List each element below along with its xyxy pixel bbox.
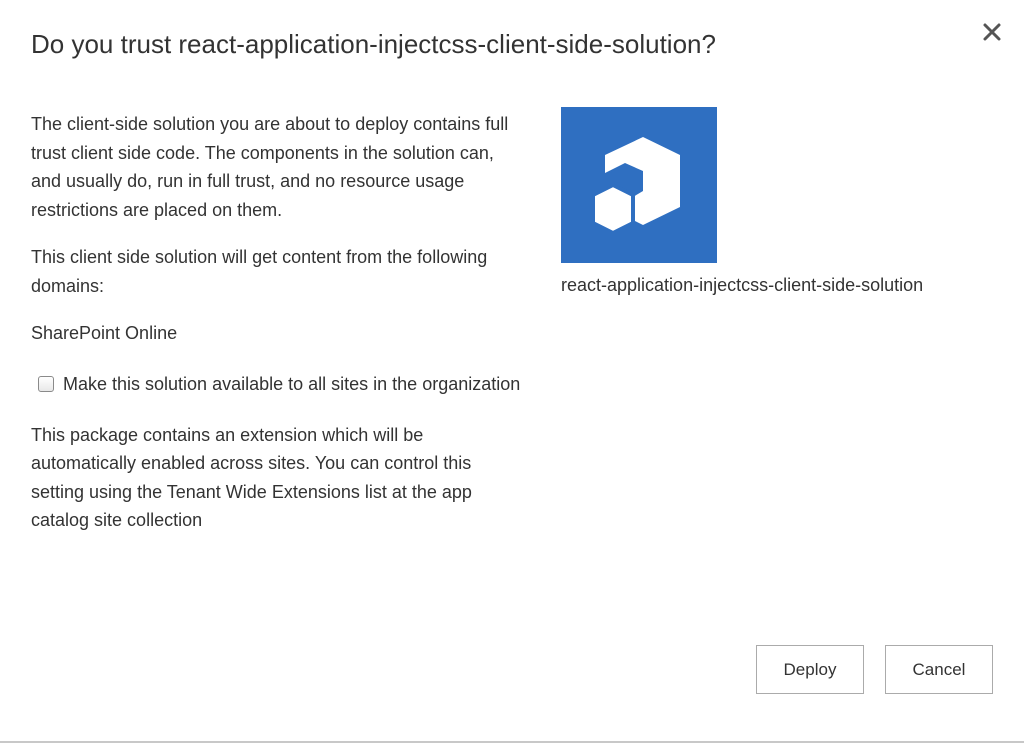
trust-description: The client-side solution you are about t… <box>31 114 509 220</box>
app-name: react-application-injectcss-client-side-… <box>561 275 924 295</box>
domains-intro: This client side solution will get conte… <box>31 247 488 296</box>
close-icon <box>983 23 1001 41</box>
tenant-wide-checkbox[interactable] <box>38 375 54 392</box>
dialog-title: Do you trust react-application-injectcss… <box>31 29 716 59</box>
extension-note: This package contains an extension which… <box>31 424 472 531</box>
dialog-body: The client-side solution you are about t… <box>31 110 521 535</box>
app-package-icon <box>591 137 680 236</box>
cancel-button[interactable]: Cancel <box>885 645 993 694</box>
trust-dialog: Do you trust react-application-injectcss… <box>0 0 1024 743</box>
app-tile <box>561 107 717 263</box>
deploy-button[interactable]: Deploy <box>756 645 864 694</box>
close-button[interactable] <box>978 18 1006 46</box>
domain-item: SharePoint Online <box>31 323 178 343</box>
tenant-wide-option: Make this solution available to all site… <box>31 368 521 401</box>
tenant-wide-checkbox-label[interactable]: Make this solution available to all site… <box>63 374 520 394</box>
